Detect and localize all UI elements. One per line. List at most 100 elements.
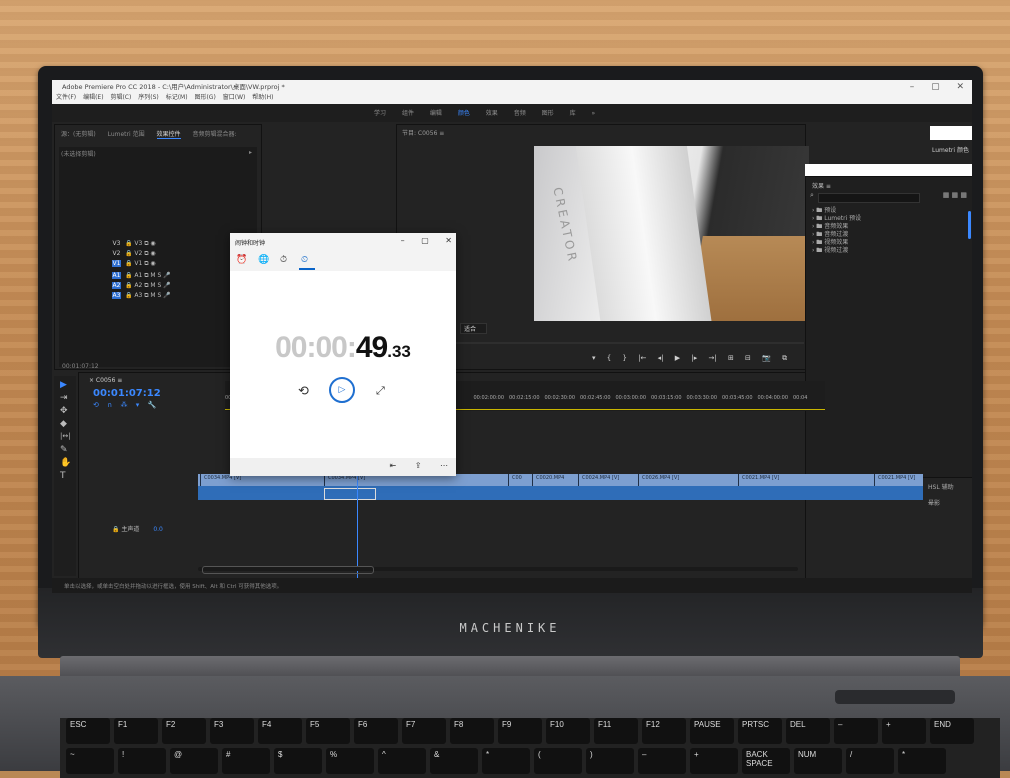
slip-tool-icon[interactable]: |↔| <box>60 432 71 440</box>
world-clock-icon[interactable]: 🌐 <box>258 255 269 265</box>
workspace-audio[interactable]: 音频 <box>514 110 526 117</box>
effects-scrollbar[interactable] <box>968 211 971 239</box>
track-select-tool-icon[interactable]: ⇥ <box>60 393 68 403</box>
lumetri-color-label[interactable]: Lumetri 颜色 <box>932 145 969 154</box>
share-icon[interactable]: ⇪ <box>415 461 422 470</box>
menu-graphics[interactable]: 图形(G) <box>194 94 215 101</box>
minimize-button[interactable]: – <box>910 82 915 92</box>
effects-item-presets[interactable]: › 🖿 预设 <box>812 207 861 215</box>
workspace-graphics[interactable]: 图形 <box>542 110 554 117</box>
play-button[interactable]: ▶ <box>675 354 680 362</box>
clock-maximize-button[interactable]: ▢ <box>421 236 429 245</box>
wrench-icon[interactable]: 🔧 <box>147 401 156 409</box>
menu-window[interactable]: 窗口(W) <box>223 94 246 101</box>
video-clip-label[interactable]: C0026.MP4 [V] <box>642 475 679 481</box>
selection-tool-icon[interactable]: ▶ <box>60 380 67 390</box>
tab-effect-controls[interactable]: 效果控件 <box>156 131 181 139</box>
workspace-libraries[interactable]: 库 <box>570 110 576 117</box>
track-controls[interactable]: 🔒 V1 ⧉ ◉ <box>125 260 156 267</box>
tab-lumetri-scopes[interactable]: Lumetri 范围 <box>108 131 145 138</box>
selected-clip-outline[interactable] <box>324 488 376 500</box>
vignette-label[interactable]: 晕影 <box>928 498 940 507</box>
step-back-button[interactable]: ◂| <box>658 354 664 362</box>
track-controls[interactable]: 🔒 A2 ⧉ M S 🎤 <box>125 282 171 289</box>
track-header-a2[interactable]: A2 🔒 A2 ⧉ M S 🎤 <box>112 282 202 292</box>
mark-in-button[interactable]: { <box>607 354 611 362</box>
timer-icon[interactable]: ⏱ <box>280 255 287 265</box>
fit-zoom-select[interactable]: 适合 <box>460 323 488 334</box>
workspace-assembly[interactable]: 组件 <box>402 110 414 117</box>
program-scrubber[interactable] <box>404 342 804 344</box>
workspace-more[interactable]: » <box>592 110 596 117</box>
stopwatch-icon[interactable]: ⏲ <box>301 255 308 265</box>
effects-search-input[interactable] <box>818 193 920 203</box>
add-marker-button[interactable]: ▾ <box>592 354 596 362</box>
close-button[interactable]: ✕ <box>956 82 964 92</box>
mark-out-button[interactable]: } <box>622 354 626 362</box>
extract-button[interactable]: ⊟ <box>745 354 751 362</box>
pen-tool-icon[interactable]: ✎ <box>60 445 68 455</box>
compare-view-button[interactable]: ⧉ <box>782 354 787 362</box>
track-header-a1[interactable]: A1 🔒 A1 ⧉ M S 🎤 <box>112 272 202 282</box>
workspace-learn[interactable]: 学习 <box>374 110 386 117</box>
maximize-button[interactable]: ▢ <box>931 82 940 92</box>
menu-edit[interactable]: 编辑(E) <box>83 94 103 101</box>
track-name[interactable]: V1 <box>112 260 121 267</box>
go-to-out-button[interactable]: →| <box>708 354 716 362</box>
video-clip-label[interactable]: C00 <box>512 475 522 481</box>
video-clip-label[interactable]: C0020.MP4 <box>536 475 564 481</box>
effects-item-audio-transitions[interactable]: › 🖿 音频过渡 <box>812 231 861 239</box>
tab-source[interactable]: 源：(无剪辑) <box>61 131 96 138</box>
menu-sequence[interactable]: 序列(S) <box>138 94 159 101</box>
linked-selection-icon[interactable]: ⁂ <box>120 401 127 409</box>
razor-tool-icon[interactable]: ◆ <box>60 419 67 429</box>
track-controls[interactable]: 🔒 V2 ⧉ ◉ <box>125 250 156 257</box>
step-forward-button[interactable]: |▸ <box>691 354 697 362</box>
track-name[interactable]: A3 <box>112 292 121 299</box>
effects-item-lumetri-presets[interactable]: › 🖿 Lumetri 预设 <box>812 215 861 223</box>
menu-help[interactable]: 帮助(H) <box>252 94 273 101</box>
track-controls[interactable]: 🔒 V3 ⧉ ◉ <box>125 240 156 247</box>
alarm-icon[interactable]: ⏰ <box>236 255 247 265</box>
video-clip-label[interactable]: C0024.MP4 [V] <box>582 475 619 481</box>
track-name[interactable]: A1 <box>112 272 121 279</box>
start-button[interactable]: ▷ <box>329 377 355 403</box>
track-header-a3[interactable]: A3 🔒 A3 ⧉ M S 🎤 <box>112 292 202 302</box>
track-header-v2[interactable]: V2 🔒 V2 ⧉ ◉ <box>112 250 202 260</box>
export-frame-icon[interactable]: 📷 <box>762 354 771 362</box>
more-options-icon[interactable]: ⋯ <box>440 461 448 470</box>
track-controls[interactable]: 🔒 A1 ⧉ M S 🎤 <box>125 272 171 279</box>
pin-to-start-icon[interactable]: ⇤ <box>390 461 397 470</box>
new-bin-icons[interactable]: ▦ ▦ ▦ <box>943 191 967 199</box>
clock-minimize-button[interactable]: – <box>401 236 405 245</box>
hand-tool-icon[interactable]: ✋ <box>60 458 71 468</box>
master-volume-value[interactable]: 0.0 <box>153 526 163 533</box>
track-header-v1[interactable]: V1 🔒 V1 ⧉ ◉ <box>112 260 202 270</box>
timeline-timecode[interactable]: 00:01:07:12 <box>93 388 161 399</box>
effects-item-video-effects[interactable]: › 🖿 视频效果 <box>812 239 861 247</box>
lift-button[interactable]: ⊞ <box>728 354 734 362</box>
snap-icon[interactable]: ∩ <box>107 401 112 409</box>
expand-button[interactable]: ⤢ <box>376 384 385 398</box>
video-clip-label[interactable]: C0021.MP4 [V] <box>878 475 915 481</box>
track-controls[interactable]: 🔒 A3 ⧉ M S 🎤 <box>125 292 171 299</box>
effects-panel-title[interactable]: 效果 ≡ <box>812 181 831 190</box>
track-name[interactable]: V2 <box>112 250 121 257</box>
menu-clip[interactable]: 剪辑(C) <box>110 94 131 101</box>
track-header-v3[interactable]: V3 🔒 V3 ⧉ ◉ <box>112 240 202 250</box>
track-name[interactable]: A2 <box>112 282 121 289</box>
timeline-scroll-knob[interactable] <box>202 566 374 574</box>
workspace-editing[interactable]: 编辑 <box>430 110 442 117</box>
ripple-edit-tool-icon[interactable]: ✥ <box>60 406 68 416</box>
video-clip-label[interactable]: C0021.MP4 [V] <box>742 475 779 481</box>
menu-marker[interactable]: 标记(M) <box>166 94 188 101</box>
tab-audio-clip-mixer[interactable]: 音频剪辑混合器: <box>192 131 236 138</box>
add-marker-icon[interactable]: ▾ <box>136 401 140 409</box>
program-monitor-title[interactable]: 节目: C0056 ≡ <box>402 128 444 137</box>
timeline-tab[interactable]: × C0056 ≡ <box>89 377 122 384</box>
workspace-effects[interactable]: 效果 <box>486 110 498 117</box>
workspace-color[interactable]: 颜色 <box>458 110 470 117</box>
hsl-secondary-label[interactable]: HSL 辅助 <box>928 482 954 491</box>
type-tool-icon[interactable]: T <box>60 471 66 481</box>
go-to-in-button[interactable]: |← <box>638 354 646 362</box>
